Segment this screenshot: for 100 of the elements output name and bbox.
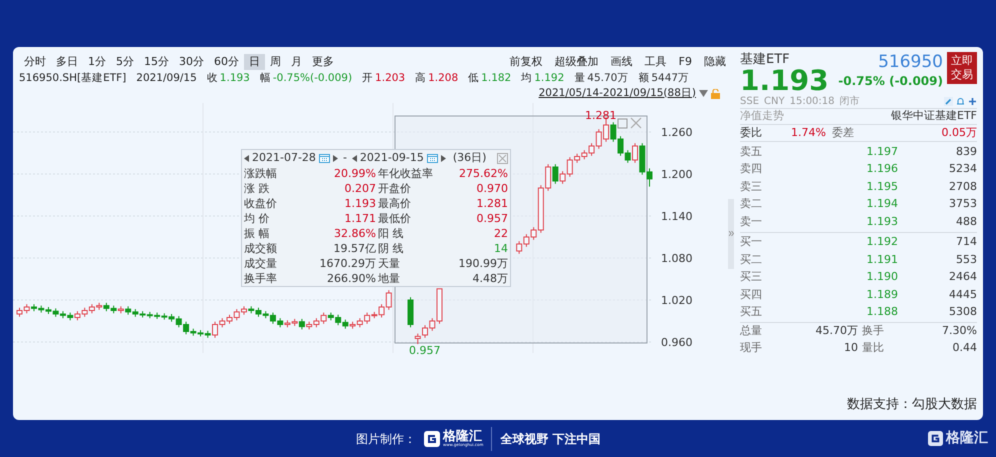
stat-value: 1.171 <box>344 211 376 226</box>
order-volume: 2708 <box>948 178 977 194</box>
dropdown-icon[interactable] <box>699 90 708 97</box>
price-axis-label: 1.080 <box>661 252 692 265</box>
fund-full-name: 银华中证基建ETF <box>891 108 977 124</box>
bell-icon[interactable] <box>956 97 965 106</box>
high-price-label: 1.281 <box>585 109 616 122</box>
field-value: 5447万 <box>651 70 690 86</box>
stat-label: 量比 <box>861 340 885 356</box>
stat-label: 换手率 <box>244 271 278 286</box>
order-level: 买二 <box>740 252 763 268</box>
stat-value: 32.86% <box>333 226 376 241</box>
plus-icon[interactable] <box>968 97 977 106</box>
field-value: 45.70万 <box>587 70 628 86</box>
order-price: 1.190 <box>866 269 898 285</box>
field-label: 均 <box>521 70 532 86</box>
order-volume: 5308 <box>948 304 977 320</box>
period-tab[interactable]: 更多 <box>307 54 339 70</box>
order-volume: 488 <box>955 214 977 230</box>
period-tab[interactable]: 15分 <box>139 54 174 70</box>
toolbar-button[interactable]: 隐藏 <box>704 54 726 70</box>
order-level: 买一 <box>740 234 763 250</box>
calendar-icon[interactable] <box>426 153 438 163</box>
order-price: 1.191 <box>866 252 898 268</box>
period-tab[interactable]: 周 <box>265 54 286 70</box>
toolbar-button[interactable]: 画线 <box>610 54 633 70</box>
calendar-icon[interactable] <box>318 153 330 163</box>
stat-label: 地量 <box>377 271 401 286</box>
period-tab[interactable]: 月 <box>286 54 307 70</box>
next-icon[interactable] <box>332 154 338 162</box>
close-icon[interactable] <box>497 152 508 164</box>
collapse-handle[interactable] <box>728 198 734 268</box>
stat-label: 最高价 <box>377 196 412 211</box>
period-tab[interactable]: 5分 <box>111 54 139 70</box>
price-change: -0.75% (-0.009) <box>838 73 943 90</box>
toolbar-button[interactable]: 超级叠加 <box>554 54 599 70</box>
previous-icon[interactable] <box>244 154 249 162</box>
credit-label: 图片制作： <box>356 430 416 448</box>
order-volume: 714 <box>955 234 977 250</box>
stat-value: 22 <box>493 226 508 241</box>
stat-value: 275.62% <box>458 166 508 181</box>
order-volume: 4445 <box>948 286 977 302</box>
period-tab[interactable]: 分时 <box>19 54 51 70</box>
logo-text: 格隆汇 <box>443 430 482 443</box>
price-axis-label: 0.960 <box>661 336 692 349</box>
stat-label: 换手 <box>861 323 885 340</box>
next-icon[interactable] <box>440 154 446 162</box>
order-level: 买五 <box>740 304 763 320</box>
slogan: 全球视野 下注中国 <box>500 430 601 448</box>
restore-icon[interactable] <box>618 118 628 128</box>
trade-button[interactable]: 立即交易 <box>947 52 977 84</box>
order-level: 买三 <box>740 269 763 285</box>
field-value: 1.193 <box>220 70 250 86</box>
stat-value: 20.99% <box>333 166 376 181</box>
logo-icon <box>928 431 943 446</box>
status-text: CNY <box>764 95 785 109</box>
order-level: 买四 <box>740 286 763 302</box>
field-value: -0.75%(-0.009) <box>272 70 352 86</box>
date-range[interactable]: 2021/05/14-2021/09/15(88日) <box>538 86 696 102</box>
start-date[interactable]: 2021-07-28 <box>252 150 316 166</box>
period-tab[interactable]: 30分 <box>174 54 209 70</box>
order-level: 卖五 <box>740 144 763 160</box>
field-label: 幅 <box>260 70 271 86</box>
field-label: 收 <box>206 70 218 86</box>
order-price: 1.192 <box>866 234 898 250</box>
period-tab[interactable]: 1分 <box>83 54 111 70</box>
period-tab[interactable]: 日 <box>244 54 265 70</box>
ratio-label: 委差 <box>831 125 855 141</box>
status-text: 15:00:18 <box>790 95 835 109</box>
separator: - <box>342 150 347 166</box>
field-value: 1.208 <box>428 70 458 86</box>
toolbar-button[interactable]: F9 <box>678 54 692 70</box>
toolbar-button[interactable]: 工具 <box>644 54 667 70</box>
period-tab[interactable]: 60分 <box>209 54 244 70</box>
order-volume: 3753 <box>948 196 977 212</box>
ratio-value: 0.05万 <box>940 125 977 141</box>
previous-icon[interactable] <box>352 154 357 162</box>
pencil-icon[interactable] <box>944 97 953 106</box>
stat-label: 均 价 <box>244 211 270 226</box>
logo-text: 格隆汇 <box>946 429 988 448</box>
field-value: 1.182 <box>481 70 512 86</box>
toolbar-button[interactable]: 前复权 <box>510 54 543 70</box>
stat-value: 19.57亿 <box>332 241 376 256</box>
field-label: 低 <box>468 70 480 86</box>
stat-value: 14 <box>493 241 508 256</box>
lock-icon[interactable] <box>711 88 720 98</box>
order-price: 1.193 <box>866 214 898 230</box>
stat-label: 成交量 <box>244 256 278 271</box>
symbol-label: 516950.SH[基建ETF] <box>19 70 126 86</box>
price-axis-label: 1.260 <box>661 126 692 139</box>
order-volume: 5234 <box>948 161 977 177</box>
close-icon[interactable] <box>630 117 642 129</box>
stat-label: 开盘价 <box>377 181 412 196</box>
period-tab[interactable]: 多日 <box>51 54 83 70</box>
double-chevron-icon <box>728 231 734 236</box>
stat-value: 0.44 <box>952 340 977 356</box>
end-date[interactable]: 2021-09-15 <box>360 150 424 166</box>
low-price-label: 0.957 <box>409 344 440 355</box>
order-volume: 2464 <box>948 269 977 285</box>
stat-label: 阳 线 <box>377 226 404 241</box>
